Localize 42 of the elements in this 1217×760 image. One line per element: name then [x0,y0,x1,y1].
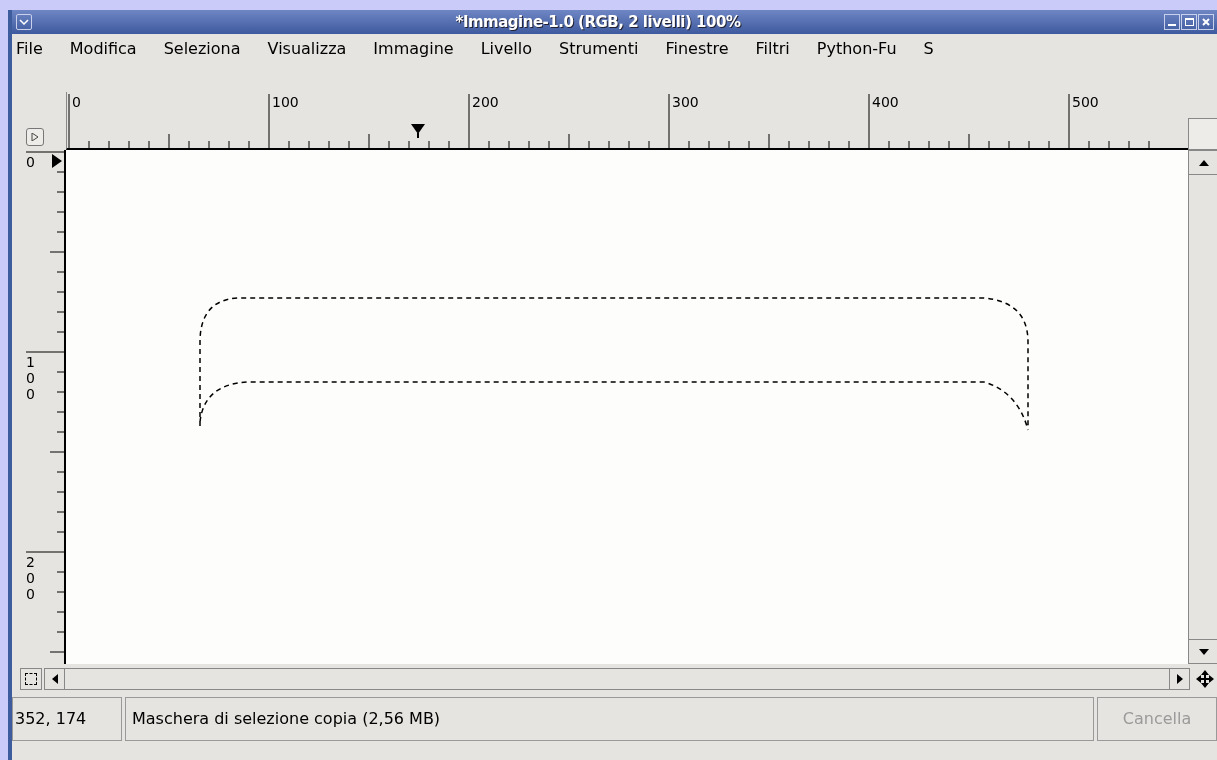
close-icon [1201,17,1211,27]
navigation-menu-button[interactable] [26,128,44,146]
ruler-label: 100 [26,354,36,402]
menu-item[interactable]: Modifica [69,37,137,61]
status-message: Maschera di selezione copia (2,56 MB) [125,697,1094,741]
navigate-icon[interactable] [1194,668,1216,690]
minimize-button[interactable] [1164,14,1180,30]
horizontal-scrollbar[interactable] [44,668,1190,690]
close-button[interactable] [1198,14,1214,30]
chevron-down-icon [19,19,29,25]
menu-item[interactable]: Livello [480,37,532,61]
ruler-label: 0 [26,154,36,170]
left-arrow-icon [51,674,58,684]
ruler-label: 0 [72,94,81,110]
ruler-label: 500 [1072,94,1099,110]
position-marker-icon [52,154,62,168]
menu-item[interactable]: S [923,37,934,61]
ruler-label: 400 [872,94,899,110]
zoom-toggle-button[interactable] [1188,118,1217,150]
menu-item[interactable]: Python-Fu [816,37,897,61]
menu-item[interactable]: File [16,37,43,61]
window-title: *Immagine-1.0 (RGB, 2 livelli) 100% [455,11,741,33]
position-marker-icon [411,124,425,138]
ruler-label: 200 [472,94,499,110]
up-arrow-icon [1199,159,1209,166]
play-icon [31,133,39,141]
down-arrow-icon [1199,648,1209,655]
right-arrow-icon [1176,674,1183,684]
menu-item[interactable]: Seleziona [163,37,241,61]
ruler-label: 200 [26,554,36,602]
menu-item[interactable]: Finestre [665,37,729,61]
menu-item[interactable]: Immagine [373,37,454,61]
maximize-button[interactable] [1181,14,1197,30]
ruler-label: 100 [272,94,299,110]
menu-item[interactable]: Visualizza [267,37,347,61]
vertical-scrollbar[interactable] [1188,150,1217,664]
ruler-label: 300 [672,94,699,110]
window-menu-button[interactable] [16,14,32,30]
pointer-coordinates: 352, 174 [12,697,122,741]
menu-item[interactable]: Filtri [755,37,790,61]
menu-item[interactable]: Strumenti [559,37,639,61]
quick-mask-button[interactable] [20,668,42,690]
